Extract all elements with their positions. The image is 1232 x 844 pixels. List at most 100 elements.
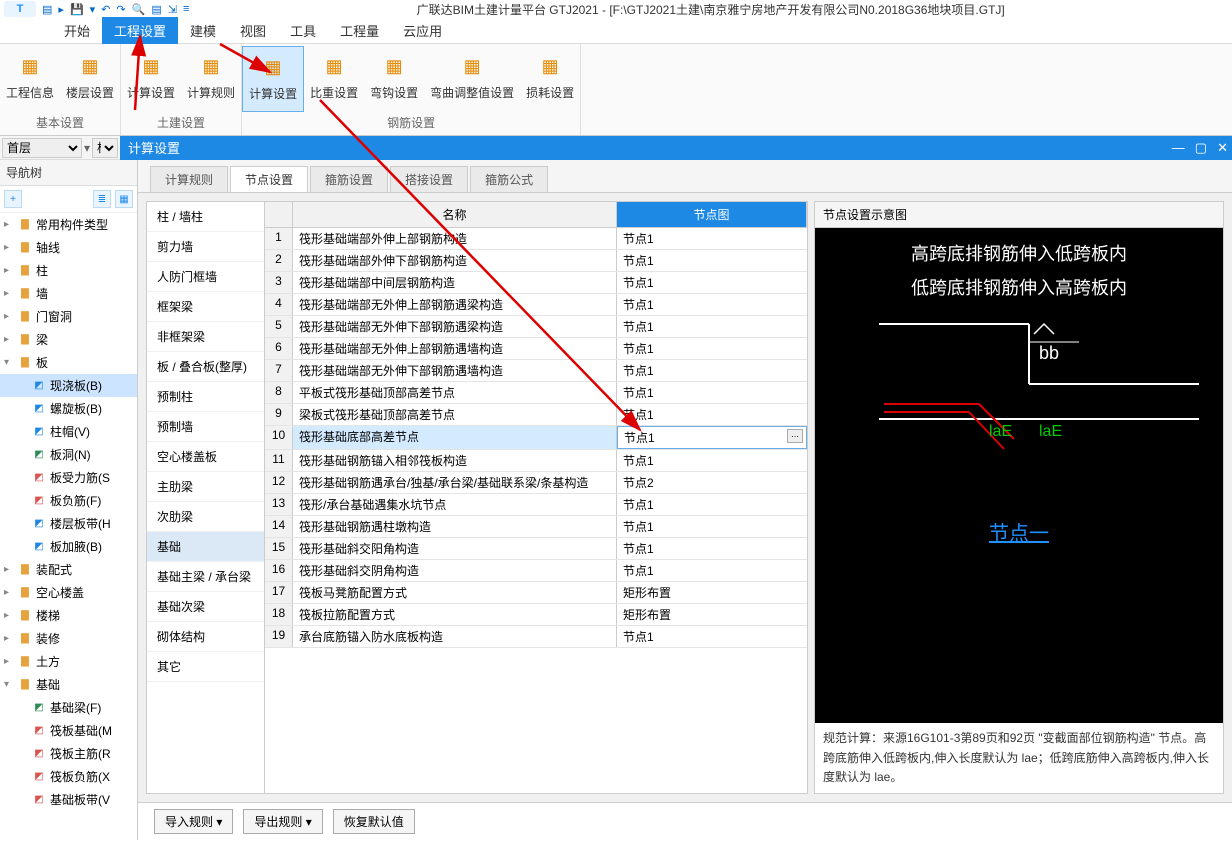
category-人防门框墙[interactable]: 人防门框墙 [147, 262, 264, 292]
tab-搭接设置[interactable]: 搭接设置 [390, 166, 468, 192]
row-node-cell[interactable]: 节点1 [617, 360, 807, 381]
ribbon-btn-工程信息[interactable]: ▦工程信息 [0, 46, 60, 112]
table-row[interactable]: 15筏形基础斜交阳角构造节点1 [265, 538, 807, 560]
row-node-cell[interactable]: 节点1 [617, 404, 807, 425]
minimize-icon[interactable]: — [1172, 140, 1185, 156]
category-柱 / 墙柱[interactable]: 柱 / 墙柱 [147, 202, 264, 232]
tree-item-板洞(N)[interactable]: ◩板洞(N) [0, 443, 137, 466]
cell-ellipsis-button[interactable]: ⋯ [787, 429, 803, 443]
expand-icon[interactable]: ▸ [4, 265, 14, 276]
table-row[interactable]: 9梁板式筏形基础顶部高差节点节点1 [265, 404, 807, 426]
tree-item-筏板负筋(X[interactable]: ◩筏板负筋(X [0, 765, 137, 788]
expand-icon[interactable]: ▸ [4, 564, 14, 575]
row-node-cell[interactable]: 节点1 [617, 560, 807, 581]
tree-item-装修[interactable]: ▸▇装修 [0, 627, 137, 650]
row-node-cell[interactable]: 节点1 [617, 382, 807, 403]
table-row[interactable]: 19承台底筋锚入防水底板构造节点1 [265, 626, 807, 648]
floor-select[interactable]: 首层 [2, 138, 82, 158]
nav-grid-icon[interactable]: ▦ [115, 190, 133, 208]
category-砌体结构[interactable]: 砌体结构 [147, 622, 264, 652]
ribbon-btn-弯钩设置[interactable]: ▦弯钩设置 [364, 46, 424, 112]
tree-item-楼梯[interactable]: ▸▇楼梯 [0, 604, 137, 627]
save-icon[interactable]: 💾 [70, 3, 84, 16]
tree-item-梁[interactable]: ▸▇梁 [0, 328, 137, 351]
row-node-cell[interactable]: 节点1 [617, 538, 807, 559]
tree-item-板受力筋(S[interactable]: ◩板受力筋(S [0, 466, 137, 489]
collapse-icon[interactable]: ▾ [4, 357, 14, 368]
nav-list-icon[interactable]: ≣ [93, 190, 111, 208]
expand-icon[interactable]: ▸ [4, 587, 14, 598]
table-row[interactable]: 6筏形基础端部无外伸上部钢筋遇墙构造节点1 [265, 338, 807, 360]
row-node-cell[interactable]: 矩形布置 [617, 582, 807, 603]
expand-icon[interactable]: ▸ [4, 656, 14, 667]
tree-item-轴线[interactable]: ▸▇轴线 [0, 236, 137, 259]
tree-item-土方[interactable]: ▸▇土方 [0, 650, 137, 673]
ribbon-btn-计算设置[interactable]: ▦计算设置 [121, 46, 181, 112]
category-预制柱[interactable]: 预制柱 [147, 382, 264, 412]
tree-item-常用构件类型[interactable]: ▸▇常用构件类型 [0, 213, 137, 236]
tree-item-板加腋(B)[interactable]: ◩板加腋(B) [0, 535, 137, 558]
menu-云应用[interactable]: 云应用 [391, 17, 454, 44]
tree-item-基础梁(F)[interactable]: ◩基础梁(F) [0, 696, 137, 719]
export-rule-button[interactable]: 导出规则 ▾ [243, 809, 322, 834]
category-基础[interactable]: 基础 [147, 532, 264, 562]
expand-icon[interactable]: ▸ [4, 334, 14, 345]
table-row[interactable]: 2筏形基础端部外伸下部钢筋构造节点1 [265, 250, 807, 272]
tree-item-筏板基础(M[interactable]: ◩筏板基础(M [0, 719, 137, 742]
row-node-cell[interactable]: 节点1 [617, 228, 807, 249]
category-预制墙[interactable]: 预制墙 [147, 412, 264, 442]
close-icon[interactable]: ✕ [1217, 140, 1228, 156]
category-空心楼盖板[interactable]: 空心楼盖板 [147, 442, 264, 472]
table-row[interactable]: 13筏形/承台基础遇集水坑节点节点1 [265, 494, 807, 516]
tree-item-板[interactable]: ▾▇板 [0, 351, 137, 374]
expand-icon[interactable]: ▸ [4, 633, 14, 644]
category-次肋梁[interactable]: 次肋梁 [147, 502, 264, 532]
restore-default-button[interactable]: 恢复默认值 [333, 809, 415, 834]
new-icon[interactable]: ▤ [42, 3, 52, 16]
row-node-cell[interactable]: 节点1 [617, 494, 807, 515]
row-node-cell[interactable]: 节点1 [617, 450, 807, 471]
ribbon-btn-弯曲调整值设置[interactable]: ▦弯曲调整值设置 [424, 46, 520, 112]
nav-add-icon[interactable]: + [4, 190, 22, 208]
row-node-cell[interactable]: 节点2 [617, 472, 807, 493]
category-主肋梁[interactable]: 主肋梁 [147, 472, 264, 502]
tree-item-楼层板带(H[interactable]: ◩楼层板带(H [0, 512, 137, 535]
maximize-icon[interactable]: ▢ [1195, 140, 1207, 156]
collapse-icon[interactable]: ▾ [4, 679, 14, 690]
table-row[interactable]: 3筏形基础端部中间层钢筋构造节点1 [265, 272, 807, 294]
tab-箍筋设置[interactable]: 箍筋设置 [310, 166, 388, 192]
table-row[interactable]: 18筏板拉筋配置方式矩形布置 [265, 604, 807, 626]
tree-item-筏板主筋(R[interactable]: ◩筏板主筋(R [0, 742, 137, 765]
save-dropdown-icon[interactable]: ▾ [90, 3, 96, 16]
table-row[interactable]: 1筏形基础端部外伸上部钢筋构造节点1 [265, 228, 807, 250]
tab-节点设置[interactable]: 节点设置 [230, 166, 308, 192]
resize-icon[interactable]: ⇲ [168, 3, 177, 16]
expand-icon[interactable]: ▸ [4, 288, 14, 299]
tree-item-柱[interactable]: ▸▇柱 [0, 259, 137, 282]
tree-item-柱帽(V)[interactable]: ◩柱帽(V) [0, 420, 137, 443]
tree-item-墙[interactable]: ▸▇墙 [0, 282, 137, 305]
tab-计算规则[interactable]: 计算规则 [150, 166, 228, 192]
expand-icon[interactable]: ▸ [4, 242, 14, 253]
menu-工程设置[interactable]: 工程设置 [102, 17, 178, 44]
category-其它[interactable]: 其它 [147, 652, 264, 682]
table-row[interactable]: 11筏形基础钢筋锚入相邻筏板构造节点1 [265, 450, 807, 472]
row-node-cell[interactable]: 节点1 [617, 516, 807, 537]
row-node-cell[interactable]: 节点1 [617, 272, 807, 293]
tree-item-门窗洞[interactable]: ▸▇门窗洞 [0, 305, 137, 328]
tree-item-板负筋(F)[interactable]: ◩板负筋(F) [0, 489, 137, 512]
row-node-cell[interactable]: 矩形布置 [617, 604, 807, 625]
expand-icon[interactable]: ▸ [4, 610, 14, 621]
category-板 / 叠合板(整厚)[interactable]: 板 / 叠合板(整厚) [147, 352, 264, 382]
open-icon[interactable]: ▸ [58, 3, 64, 16]
tree-item-装配式[interactable]: ▸▇装配式 [0, 558, 137, 581]
table-row[interactable]: 16筏形基础斜交阴角构造节点1 [265, 560, 807, 582]
category-基础主梁 / 承台梁[interactable]: 基础主梁 / 承台梁 [147, 562, 264, 592]
floor-dropdown-icon[interactable]: ▾ [84, 141, 90, 155]
category-剪力墙[interactable]: 剪力墙 [147, 232, 264, 262]
table-row[interactable]: 4筏形基础端部无外伸上部钢筋遇梁构造节点1 [265, 294, 807, 316]
expand-icon[interactable]: ▸ [4, 311, 14, 322]
table-row[interactable]: 5筏形基础端部无外伸下部钢筋遇梁构造节点1 [265, 316, 807, 338]
category-框架梁[interactable]: 框架梁 [147, 292, 264, 322]
menu-工程量[interactable]: 工程量 [328, 17, 391, 44]
